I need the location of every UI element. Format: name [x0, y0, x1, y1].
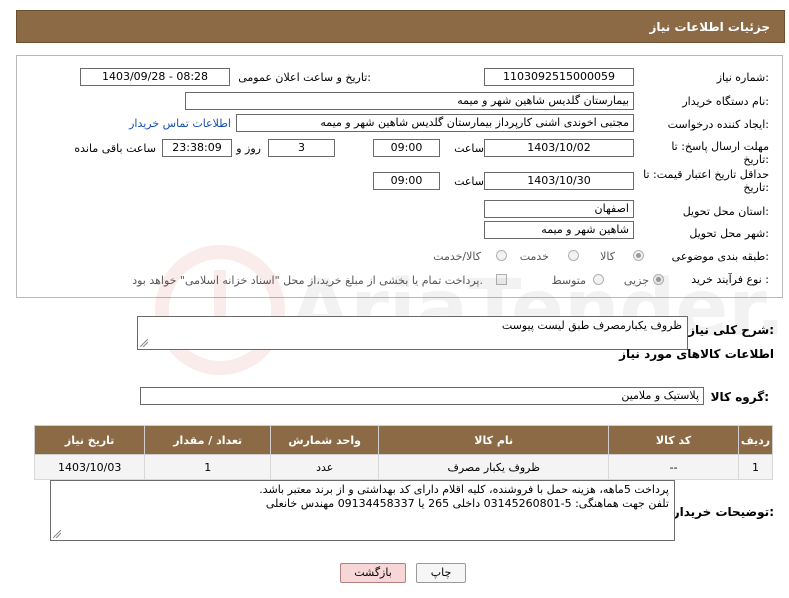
validity-time-field[interactable]: 09:00: [373, 172, 440, 190]
city-label: شهر محل تحویل:: [689, 227, 769, 240]
description-field[interactable]: ظروف یکبارمصرف طبق لیست پیوست: [137, 316, 688, 350]
category-goods-label: کالا: [600, 250, 615, 263]
goods-group-label: گروه کالا:: [710, 390, 769, 404]
category-service-label: خدمت: [519, 250, 549, 263]
cell-goods-code: --: [608, 454, 739, 480]
cell-row-number: 1: [738, 454, 773, 480]
purchase-medium-radio[interactable]: [593, 274, 604, 285]
days-remaining-field[interactable]: 3: [268, 139, 335, 157]
table-row[interactable]: 1 -- ظروف یکبار مصرف عدد 1 1403/10/03: [33, 454, 773, 480]
need-number-field[interactable]: 1103092515000059: [484, 68, 634, 86]
province-field[interactable]: اصفهان: [484, 200, 634, 218]
requester-label: ایجاد کننده درخواست:: [667, 118, 769, 131]
buyer-notes-line-1: پرداخت 5ماهه، هزینه حمل با فروشنده، کلیه…: [259, 483, 669, 496]
page-title: جزئیات اطلاعات نیاز: [649, 20, 770, 34]
cell-unit: عدد: [270, 454, 380, 480]
requester-field[interactable]: مجتبی اخوندی اشنی کارپرداز بیمارستان گلد…: [236, 114, 634, 132]
page-header: جزئیات اطلاعات نیاز: [16, 10, 785, 43]
purchase-type-label: نوع فرآیند خرید :: [691, 273, 769, 286]
buyer-contact-link[interactable]: اطلاعات تماس خریدار: [129, 117, 231, 130]
city-field[interactable]: شاهین شهر و میمه: [484, 221, 634, 239]
category-both-label: کالا/خدمت: [433, 250, 481, 263]
announce-datetime-field[interactable]: 1403/09/28 - 08:28: [80, 68, 230, 86]
col-header-need-date: تاریخ نیاز: [33, 425, 146, 455]
col-header-goods-name: نام کالا: [378, 425, 610, 455]
remaining-time-field[interactable]: 23:38:09: [162, 139, 232, 157]
buyer-notes-field[interactable]: پرداخت 5ماهه، هزینه حمل با فروشنده، کلیه…: [50, 480, 675, 541]
buyer-notes-line-2: تلفن جهت هماهنگی: 5-03145260801 داخلی 26…: [265, 497, 669, 510]
purchase-minor-label: جزیی: [623, 274, 649, 287]
cell-need-date: 1403/10/03: [33, 454, 146, 480]
goods-info-title: اطلاعات کالاهای مورد نیاز: [619, 347, 774, 361]
validity-date-field[interactable]: 1403/10/30: [484, 172, 634, 190]
category-label: طبقه بندی موضوعی:: [671, 250, 769, 263]
buyer-org-field[interactable]: بیمارستان گلدیس شاهین شهر و میمه: [185, 92, 634, 110]
col-header-unit: واحد شمارش: [270, 425, 380, 455]
buyer-org-label: نام دستگاه خریدار:: [682, 95, 769, 108]
buyer-notes-label: توضیحات خریدار:: [672, 505, 774, 519]
deadline-time-field[interactable]: 09:00: [373, 139, 440, 157]
deadline-date-field[interactable]: 1403/10/02: [484, 139, 634, 157]
cell-quantity: 1: [144, 454, 272, 480]
deadline-time-label: ساعت: [454, 142, 484, 155]
goods-group-field[interactable]: پلاستیک و ملامین: [140, 387, 704, 405]
col-header-goods-code: کد کالا: [608, 425, 739, 455]
purchase-medium-label: متوسط: [551, 274, 586, 287]
validity-label-date: تاریخ:: [743, 181, 769, 194]
table-header-row: ردیف کد کالا نام کالا واحد شمارش تعداد /…: [33, 425, 773, 455]
category-service-radio[interactable]: [568, 250, 579, 261]
treasury-payment-checkbox[interactable]: [496, 274, 507, 285]
treasury-payment-note: پرداخت تمام یا بخشی از مبلغ خرید،از محل …: [132, 274, 483, 287]
deadline-label: مهلت ارسال پاسخ: تا: [671, 140, 769, 153]
category-goods-radio[interactable]: [633, 250, 644, 261]
validity-time-label: ساعت: [454, 175, 484, 188]
col-header-quantity: تعداد / مقدار: [144, 425, 272, 455]
cell-goods-name: ظروف یکبار مصرف: [378, 454, 610, 480]
need-number-label: شماره نیاز:: [716, 71, 769, 84]
back-button[interactable]: بازگشت: [340, 563, 406, 583]
announce-label: تاریخ و ساعت اعلان عمومی:: [238, 71, 371, 84]
resize-handle-icon[interactable]: [140, 339, 148, 347]
description-text: ظروف یکبارمصرف طبق لیست پیوست: [501, 319, 682, 332]
print-button[interactable]: چاپ: [416, 563, 466, 583]
category-both-radio[interactable]: [496, 250, 507, 261]
goods-table: ردیف کد کالا نام کالا واحد شمارش تعداد /…: [33, 425, 773, 480]
days-label: روز و: [236, 142, 261, 155]
validity-label: حداقل تاریخ اعتبار قیمت: تا: [643, 168, 769, 181]
resize-handle-icon[interactable]: [53, 530, 61, 538]
remaining-label: ساعت باقی مانده: [74, 142, 156, 155]
purchase-minor-radio[interactable]: [653, 274, 664, 285]
description-label: شرح کلی نیاز:: [688, 323, 774, 337]
deadline-label-date: تاریخ:: [743, 153, 769, 166]
province-label: استان محل تحویل:: [682, 205, 769, 218]
col-header-row-number: ردیف: [738, 425, 773, 455]
